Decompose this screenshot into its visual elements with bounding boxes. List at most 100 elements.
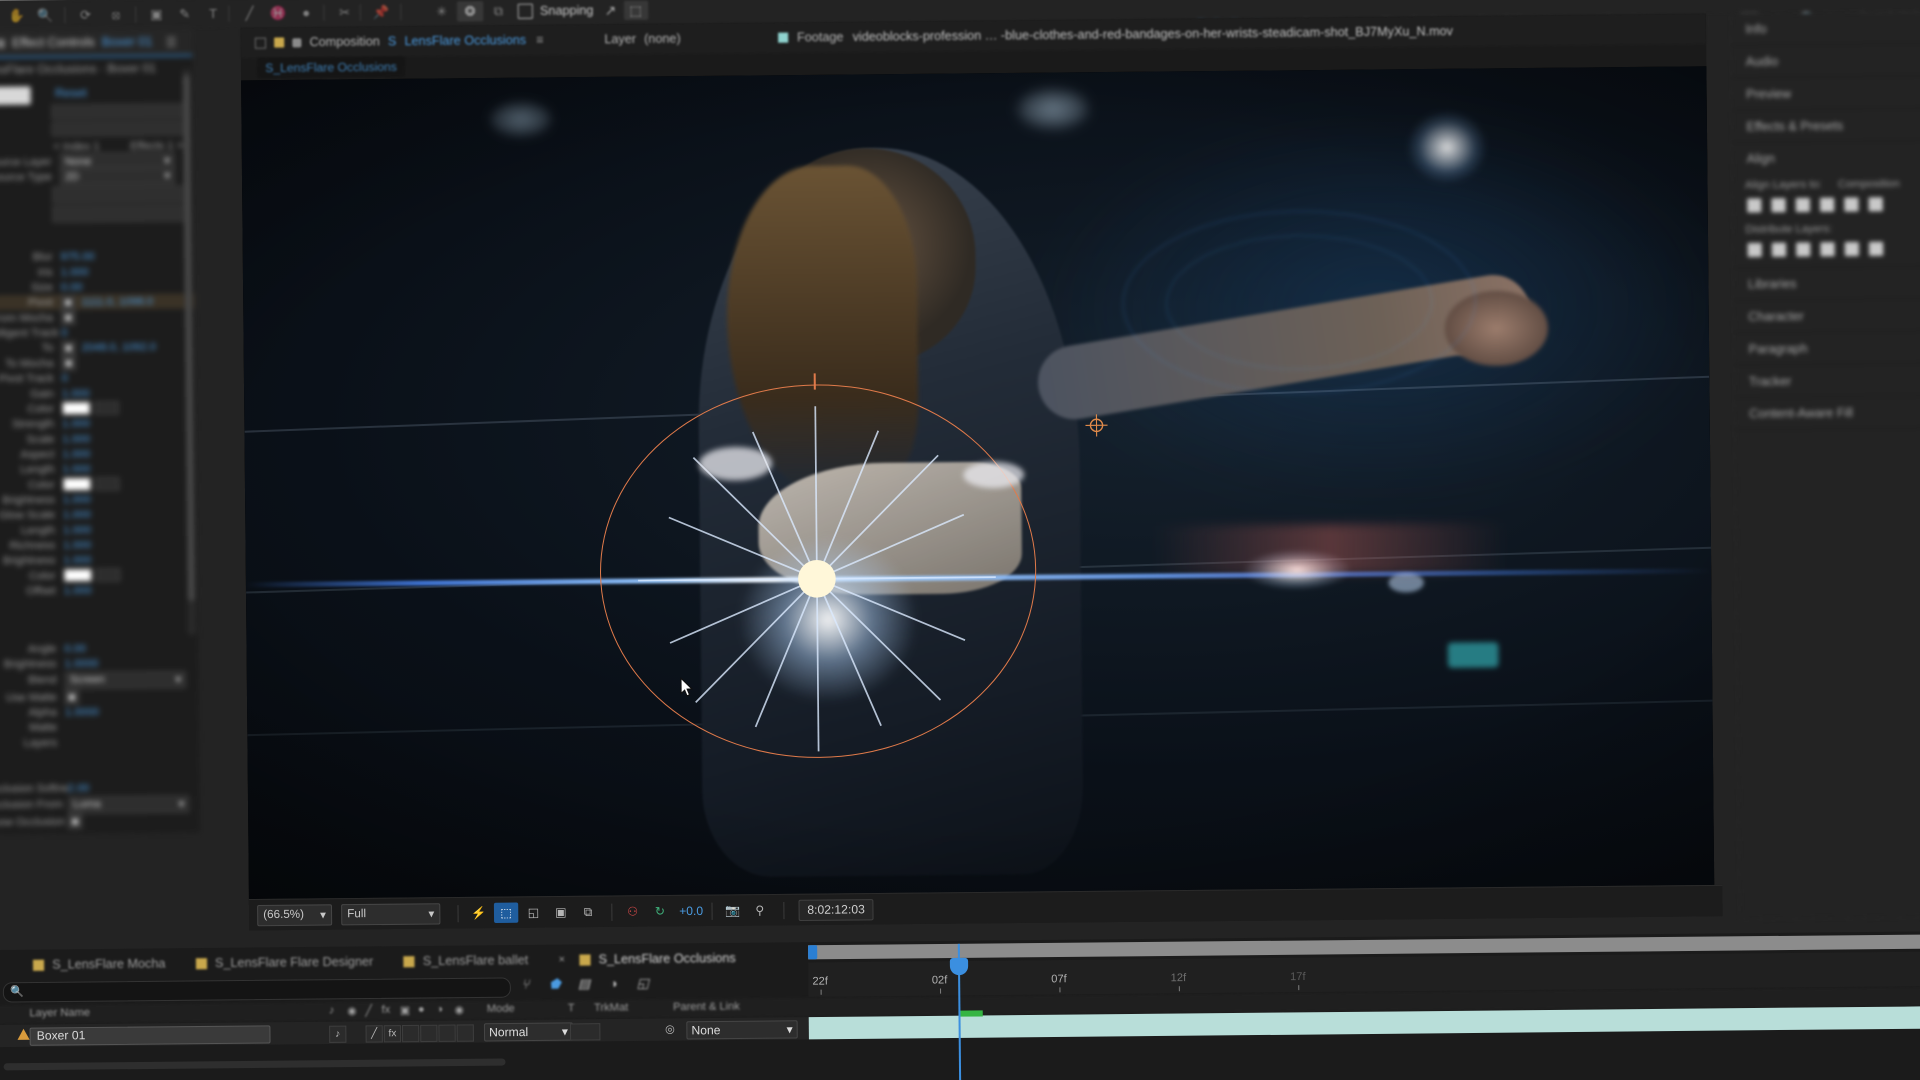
switch-motion-blur-icon[interactable]: ◑ [436, 1003, 443, 1015]
transparency-grid-icon[interactable]: ⬚ [493, 902, 519, 923]
eraser-tool-icon[interactable]: ● [293, 3, 320, 23]
layer-quality-toggle[interactable] [420, 1024, 438, 1043]
effect-nav-right[interactable]: Effects 1 > [130, 139, 183, 152]
switch-fx-icon[interactable]: fx [382, 1004, 391, 1016]
layer-tab[interactable]: Layer (none) [604, 32, 680, 47]
effect-nav-left[interactable]: < Index 1 [53, 140, 99, 153]
row-value-to[interactable]: 2048.0, 1092.0 [82, 341, 156, 354]
viewer-tab-occlusions[interactable]: S_LensFlare Occlusions [257, 56, 406, 79]
switch-3d-icon[interactable]: ◉ [454, 1003, 464, 1016]
fx-toggle[interactable] [0, 86, 31, 106]
align-left-icon[interactable] [1747, 198, 1762, 213]
row-value-offset[interactable]: 1.000 [64, 584, 92, 596]
switch-audio-icon[interactable]: ♪ [329, 1004, 335, 1016]
switch-lock-icon[interactable]: ╱ [365, 1004, 372, 1017]
show-snapshot-icon[interactable]: ⚲ [748, 900, 772, 920]
orbit-tool-icon[interactable]: ⟳ [72, 5, 99, 25]
exposure-value[interactable]: +0.0 [679, 904, 703, 918]
align-layers-to-row[interactable]: Align Layers to: Composition [1733, 172, 1920, 194]
align-buttons-row[interactable] [1733, 193, 1920, 219]
switch-quality-icon[interactable]: ● [418, 1004, 425, 1016]
draft-3d-icon[interactable]: ⬟ [546, 976, 563, 993]
row-value-length[interactable]: 1.000 [63, 463, 91, 475]
distribute-horizontal-center-icon[interactable] [1844, 241, 1859, 257]
zoom-level-dropdown[interactable]: (66.5%) ▾ [257, 903, 333, 926]
row-value-size[interactable]: 0.00 [61, 281, 83, 293]
panel-menu-icon[interactable]: ☰ [166, 34, 177, 49]
from-mocha-icon[interactable] [61, 310, 76, 325]
layer-trkmat-dropdown[interactable] [569, 1023, 601, 1041]
color-swatch-2[interactable] [62, 477, 92, 491]
align-right-icon[interactable] [1795, 197, 1810, 213]
pan-behind-tool-icon[interactable]: ⦻ [103, 4, 130, 24]
use-matte-checkbox[interactable] [64, 689, 80, 704]
footage-tab[interactable]: Footage videoblocks-profession … -blue-c… [777, 24, 1453, 45]
shape-tool-icon[interactable]: ▣ [143, 4, 170, 24]
snapping-checkbox[interactable] [517, 3, 533, 19]
panel-content-aware-fill[interactable]: Content-Aware Fill [1734, 395, 1920, 431]
grid-and-guides-icon[interactable]: ⬚ [623, 0, 648, 20]
align-target-dropdown[interactable]: Composition [1838, 178, 1900, 191]
row-value-aspect[interactable]: 1.000 [62, 448, 90, 460]
panel-lock-icon[interactable] [254, 37, 267, 49]
toggle-guides-icon[interactable]: ⧉ [576, 902, 600, 922]
toggle-mask-icon[interactable]: ▣ [549, 902, 573, 922]
align-top-icon[interactable] [1819, 197, 1835, 212]
layer-3d-toggle[interactable] [456, 1024, 474, 1042]
eyedropper-2-icon[interactable] [95, 477, 120, 491]
to-crosshair-icon[interactable] [61, 340, 76, 355]
right-panel-stack[interactable]: Info Audio Preview Effects & Presets Ali… [1731, 11, 1920, 920]
layer-duration-bar[interactable] [808, 1006, 1920, 1040]
timeline-tab-flare-designer[interactable]: S_LensFlare Flare Designer [195, 954, 404, 970]
eyedropper-1-icon[interactable] [94, 401, 119, 415]
pen-tool-icon[interactable]: ✎ [172, 4, 199, 24]
row-value-blur[interactable]: 975.00 [61, 250, 95, 262]
composition-viewer[interactable] [241, 66, 1715, 907]
pivot-crosshair-icon[interactable] [60, 294, 76, 310]
timeline-panel[interactable]: S_LensFlare Mocha S_LensFlare Flare Desi… [0, 931, 1920, 1080]
load-preset-button[interactable] [51, 103, 187, 120]
composition-panel[interactable]: Composition S LensFlare Occlusions ≡ Lay… [240, 13, 1723, 931]
selection-tool-icon[interactable]: ⤴ [0, 6, 2, 26]
region-of-interest-icon[interactable]: ◱ [521, 902, 545, 922]
row-value-alpha[interactable]: 1.0000 [65, 706, 99, 718]
distribute-buttons-row[interactable] [1733, 237, 1920, 269]
layer-motion-blur-toggle[interactable] [438, 1024, 456, 1042]
layer-mode-dropdown[interactable]: Normal ▾ [483, 1022, 574, 1042]
resolution-dropdown[interactable]: Full ▾ [341, 902, 441, 925]
row-value-scale[interactable]: 1.000 [62, 432, 90, 444]
parent-pickwhip-icon[interactable]: ◎ [665, 1022, 675, 1035]
panel-tracker[interactable]: Tracker [1734, 363, 1920, 398]
layer-fx-toggle[interactable]: fx [383, 1025, 402, 1043]
timeline-horizontal-scrollbar[interactable] [3, 1058, 506, 1071]
layer-collapse-toggle[interactable] [401, 1024, 420, 1043]
row-value-pivot[interactable]: 1111.0, 1098.0 [81, 295, 153, 308]
switch-collapse-icon[interactable]: ▣ [400, 1004, 411, 1017]
panel-audio[interactable]: Audio [1731, 43, 1920, 79]
distribute-right-icon[interactable] [1868, 241, 1884, 256]
orbit-camera-tool-icon[interactable]: ❂ [456, 1, 484, 22]
viewer-timecode[interactable]: 8:02:12:03 [798, 898, 874, 921]
distribute-bottom-icon[interactable] [1796, 242, 1811, 257]
reset-exposure-icon[interactable]: ↻ [648, 901, 672, 921]
snapping-control[interactable]: Snapping ↗ ⬚ [517, 0, 648, 20]
effect-controls-tab[interactable]: Effect Controls Boxer 01 ☰ [0, 28, 193, 59]
row-value-iris[interactable]: 1.000 [61, 265, 89, 277]
timeline-tab-mocha[interactable]: S_LensFlare Mocha [32, 956, 196, 972]
color-swatch-1[interactable] [61, 401, 91, 416]
panel-align[interactable]: Align [1732, 141, 1920, 174]
fast-preview-icon[interactable]: ⚡ [467, 903, 491, 923]
layer-lock-toggle[interactable]: ╱ [365, 1025, 383, 1043]
hand-tool-icon[interactable]: ✋ [4, 5, 31, 25]
hide-shy-layers-icon[interactable]: ▤ [576, 976, 593, 993]
to-mocha-icon[interactable] [61, 355, 76, 370]
unified-camera-tool-icon[interactable]: ✳ [429, 1, 456, 21]
switch-solo-icon[interactable]: ◉ [347, 1004, 357, 1017]
panel-info[interactable]: Info [1731, 11, 1920, 46]
panel-libraries[interactable]: Libraries [1733, 266, 1920, 301]
viewer-tab-row[interactable]: S_LensFlare Occlusions [257, 55, 406, 79]
row-value-intelligent-track[interactable]: 0 [61, 326, 67, 338]
panel-preview[interactable]: Preview [1731, 76, 1920, 111]
track-camera-tool-icon[interactable]: ⧉ [485, 1, 512, 21]
timeline-switch-buttons[interactable]: ⑂ ⬟ ▤ ◑ ◱ [517, 975, 652, 993]
